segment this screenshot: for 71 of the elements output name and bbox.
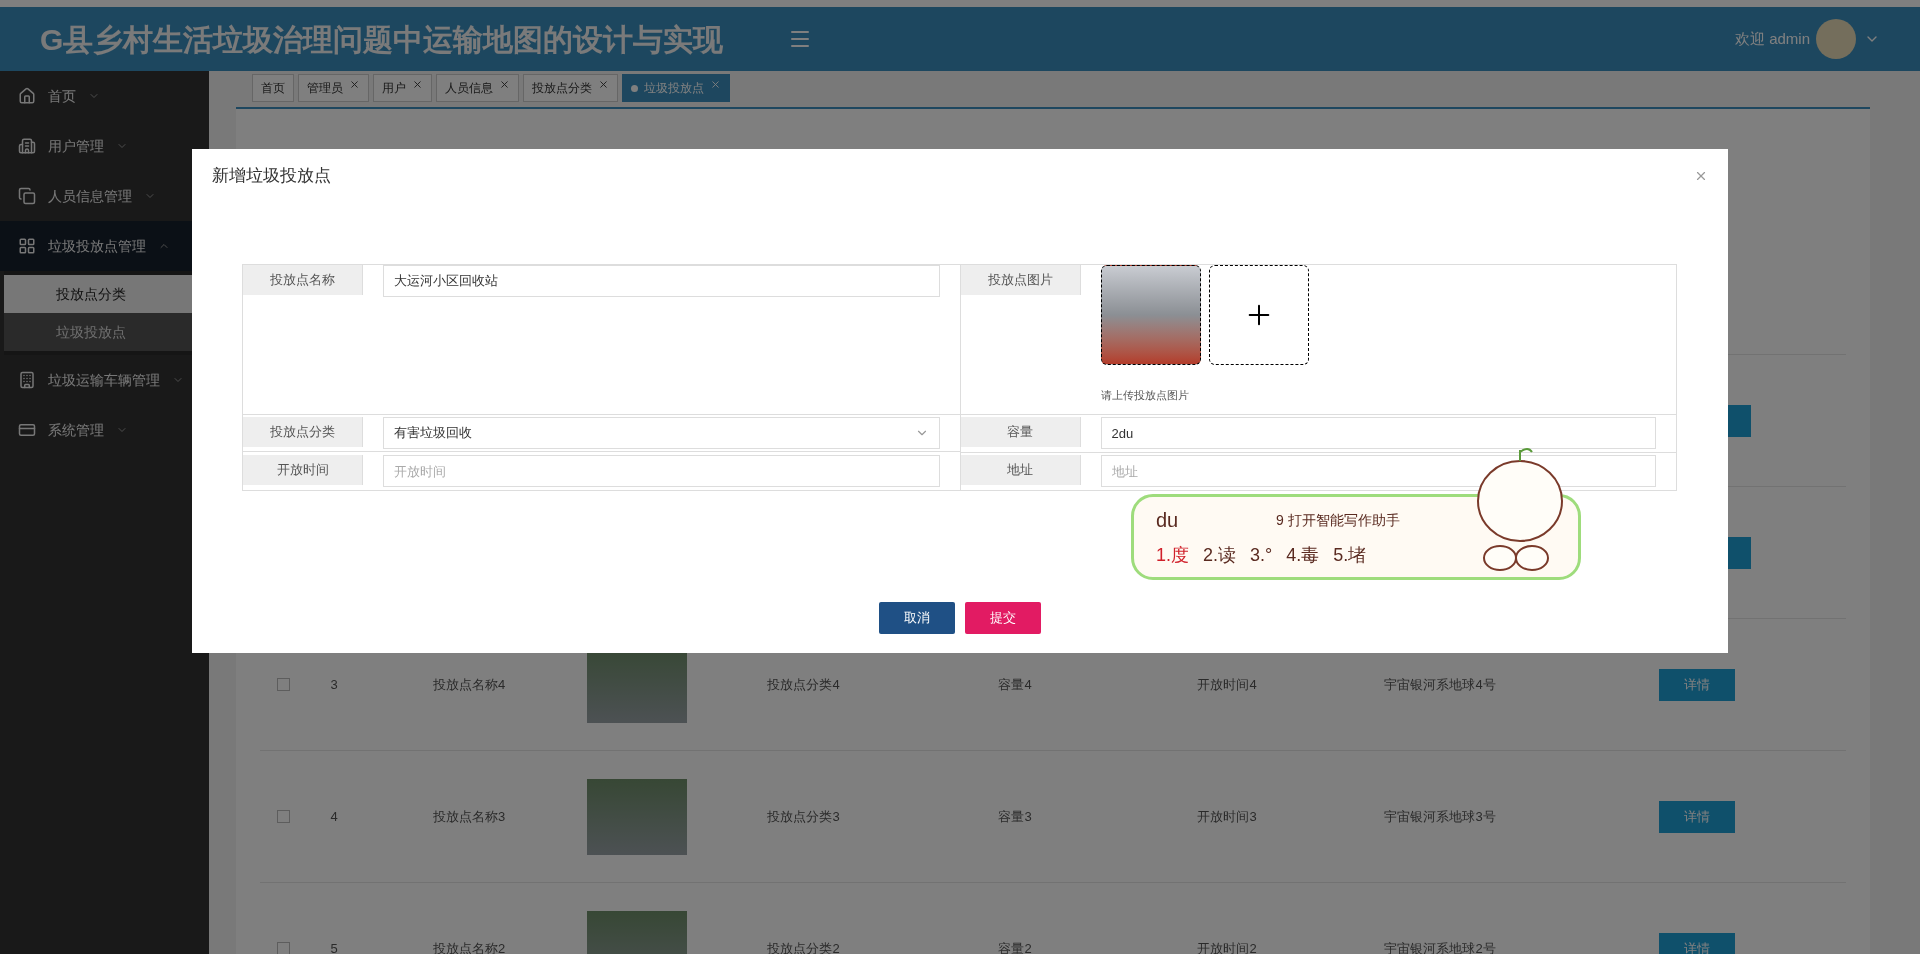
close-icon[interactable] [1694, 169, 1708, 183]
table-cell-text: 3 [329, 675, 339, 694]
app-title: G县乡村生活垃圾治理问题中运输地图的设计与实现 [40, 21, 725, 58]
text-field[interactable]: 开放时间 [383, 455, 940, 487]
text-field[interactable]: 2du [1100, 417, 1656, 449]
detail-button[interactable]: 详情 [1658, 668, 1735, 701]
table-cell-text: 宇宙银河系地球2号 [1383, 939, 1497, 954]
ime-candidate[interactable]: 4.毒 [1286, 542, 1320, 569]
sidebar-icon [18, 187, 36, 205]
table-cell-text: 开放时间2 [1196, 939, 1258, 954]
table-cell-text: 宇宙银河系地球4号 [1383, 675, 1497, 694]
table-cell-text: 投放点分类4 [766, 675, 841, 694]
field-label: 投放点分类 [243, 417, 363, 447]
table-cell-text: 投放点名称3 [431, 807, 507, 826]
table-cell-text: 容量4 [997, 675, 1033, 694]
sidebar-icon [18, 137, 36, 155]
row-checkbox[interactable] [276, 810, 290, 823]
table-cell-text: 5 [329, 939, 339, 954]
field-label: 投放点图片 [960, 265, 1081, 295]
ime-candidate[interactable]: 3.° [1250, 542, 1273, 569]
sidebar-icon [18, 87, 36, 105]
field-label: 投放点名称 [243, 265, 363, 295]
ime-input-text: du [1156, 508, 1180, 533]
table-cell-text: 容量2 [997, 939, 1033, 954]
sidebar-item[interactable]: 垃圾运输车辆管理 [0, 355, 209, 405]
page-tab[interactable]: 人员信息 [436, 74, 519, 102]
sidebar-icon [18, 371, 36, 389]
close-icon[interactable] [710, 78, 721, 90]
table-cell-text: 开放时间3 [1196, 807, 1258, 826]
text-field[interactable]: 大运河小区回收站 [383, 265, 940, 297]
field-label: 地址 [960, 455, 1081, 485]
close-icon[interactable] [598, 78, 609, 90]
sidebar-item[interactable]: 人员信息管理 [0, 171, 209, 221]
field-label: 容量 [960, 417, 1081, 447]
writing-assistant-link[interactable]: 9 打开智能写作助手 [1276, 509, 1400, 531]
field-label: 开放时间 [243, 455, 363, 485]
table-cell-text: 投放点分类3 [766, 807, 841, 826]
row-checkbox[interactable] [276, 942, 290, 954]
dialog-title: 新增垃圾投放点 [212, 165, 331, 188]
upload-hint: 请上传投放点图片 [1100, 388, 1190, 403]
page-tab[interactable]: 首页 [252, 74, 294, 102]
table-cell-text: 投放点名称4 [431, 675, 507, 694]
detail-button[interactable]: 详情 [1658, 800, 1735, 833]
welcome-text: 欢迎 admin [1734, 28, 1810, 49]
avatar[interactable] [1816, 19, 1856, 59]
ime-candidate[interactable]: 1.度 [1156, 542, 1189, 569]
table-cell-text: 容量3 [997, 807, 1033, 826]
sidebar-item[interactable]: 系统管理 [0, 405, 209, 455]
sidebar-icon [18, 421, 36, 439]
sidebar-icon [18, 237, 36, 255]
select-field[interactable]: 有害垃圾回收 [383, 417, 940, 449]
table-cell-text: 宇宙银河系地球3号 [1383, 807, 1497, 826]
ime-candidate[interactable]: 5.堵 [1333, 542, 1367, 569]
page-tab[interactable]: 垃圾投放点 [622, 74, 730, 102]
row-checkbox[interactable] [276, 678, 290, 691]
close-icon[interactable] [412, 78, 423, 90]
ime-candidate[interactable]: 2.读 [1203, 542, 1237, 569]
submit-button[interactable]: 提交 [965, 602, 1041, 634]
cancel-button[interactable]: 取消 [879, 602, 955, 634]
table-cell-text: 开放时间4 [1196, 675, 1258, 694]
close-icon[interactable] [499, 78, 510, 90]
detail-button[interactable]: 详情 [1658, 932, 1735, 954]
sidebar-item[interactable]: 首页 [0, 71, 209, 121]
sidebar-item[interactable]: 用户管理 [0, 121, 209, 171]
close-icon[interactable] [349, 78, 360, 90]
page-tab[interactable]: 用户 [373, 74, 432, 102]
text-field[interactable]: 地址 [1100, 455, 1656, 487]
page-tab[interactable]: 管理员 [298, 74, 369, 102]
upload-button[interactable] [1208, 265, 1309, 365]
table-cell-text: 4 [329, 807, 339, 826]
page-tab[interactable]: 投放点分类 [523, 74, 618, 102]
